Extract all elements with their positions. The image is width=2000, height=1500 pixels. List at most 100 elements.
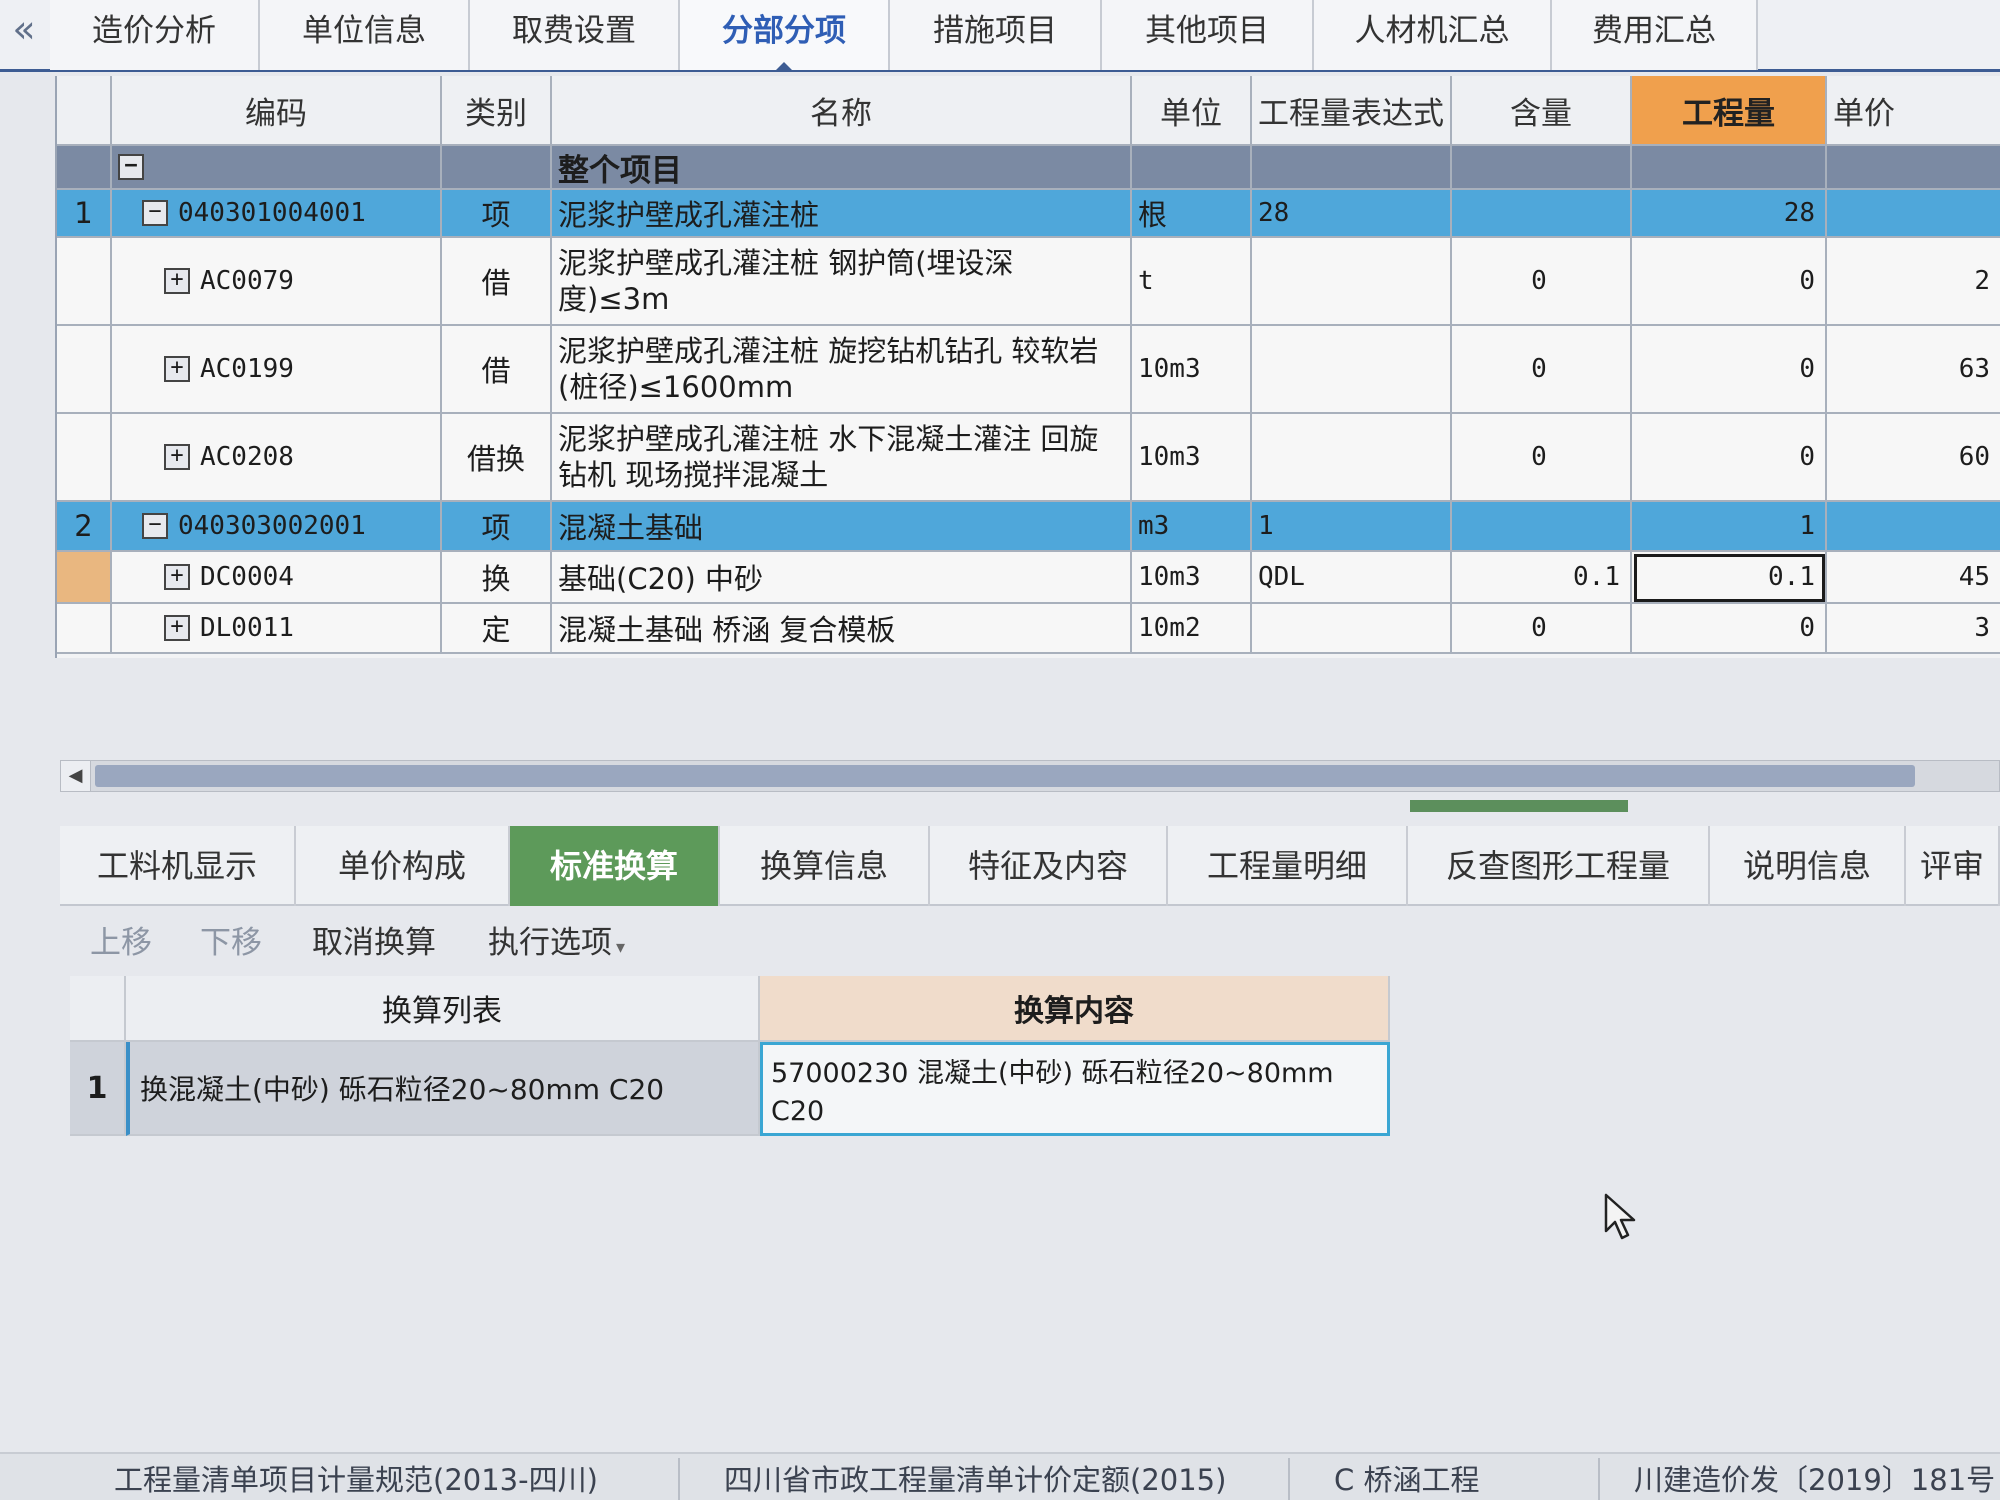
row-unit[interactable]: 10m3: [1132, 326, 1252, 414]
row-unit[interactable]: m3: [1132, 502, 1252, 552]
tab-unit-info[interactable]: 单位信息: [260, 0, 470, 70]
tab-quantity-details[interactable]: 工程量明细: [1168, 826, 1408, 906]
row-unit-price[interactable]: 60: [1827, 414, 2000, 502]
table-row[interactable]: + DL0011 定 混凝土基础 桥涵 复合模板 10m2 0 0 3: [57, 604, 2000, 654]
row-content[interactable]: 0.1: [1452, 552, 1632, 604]
group-row-whole-project[interactable]: − 整个项目: [57, 146, 2000, 190]
tab-other-items[interactable]: 其他项目: [1102, 0, 1314, 70]
status-section: C 桥涵工程: [1320, 1458, 1600, 1500]
row-name[interactable]: 基础(C20) 中砂: [552, 552, 1132, 604]
header-type[interactable]: 类别: [442, 76, 552, 146]
row-content[interactable]: 0: [1452, 604, 1632, 654]
row-quantity[interactable]: 0: [1632, 238, 1827, 326]
row-quantity[interactable]: 0: [1632, 604, 1827, 654]
row-quantity[interactable]: 0.1: [1632, 552, 1827, 604]
header-unit-price[interactable]: 单价: [1827, 76, 2000, 146]
tab-unit-price-composition[interactable]: 单价构成: [296, 826, 510, 906]
row-content[interactable]: 0: [1452, 414, 1632, 502]
table-row[interactable]: + AC0208 借换 泥浆护壁成孔灌注桩 水下混凝土灌注 回旋钻机 现场搅拌混凝…: [57, 414, 2000, 502]
header-unit[interactable]: 单位: [1132, 76, 1252, 146]
row-name[interactable]: 混凝土基础 桥涵 复合模板: [552, 604, 1132, 654]
expand-icon[interactable]: +: [164, 356, 190, 382]
horizontal-scrollbar[interactable]: ◀: [60, 760, 2000, 792]
row-type: 项: [442, 502, 552, 552]
row-unit[interactable]: 10m2: [1132, 604, 1252, 654]
row-expression[interactable]: [1252, 238, 1452, 326]
panel-splitter-handle[interactable]: [1410, 800, 1628, 812]
conversion-content-field[interactable]: 57000230 混凝土(中砂) 砾石粒径20~80mm C20: [760, 1042, 1390, 1136]
row-quantity[interactable]: 0: [1632, 326, 1827, 414]
row-content[interactable]: [1452, 190, 1632, 238]
scrollbar-thumb[interactable]: [95, 765, 1915, 787]
collapse-icon[interactable]: −: [142, 513, 168, 539]
header-name[interactable]: 名称: [552, 76, 1132, 146]
header-expression[interactable]: 工程量表达式: [1252, 76, 1452, 146]
row-code: DL0011: [200, 613, 294, 643]
move-down-button[interactable]: 下移: [200, 918, 262, 968]
collapse-icon[interactable]: −: [142, 200, 168, 226]
row-unit-price[interactable]: 3: [1827, 604, 2000, 654]
table-row[interactable]: + AC0199 借 泥浆护壁成孔灌注桩 旋挖钻机钻孔 较软岩(桩径)≤1600m…: [57, 326, 2000, 414]
table-row[interactable]: + DC0004 换 基础(C20) 中砂 10m3 QDL 0.1 0.1 45: [57, 552, 2000, 604]
header-quantity[interactable]: 工程量: [1632, 76, 1827, 146]
tab-reverse-graphic-quantity[interactable]: 反查图形工程量: [1408, 826, 1710, 906]
tab-measures[interactable]: 措施项目: [890, 0, 1102, 70]
tab-description-info[interactable]: 说明信息: [1710, 826, 1906, 906]
tab-review[interactable]: 评审: [1906, 826, 2000, 906]
tab-fee-summary[interactable]: 费用汇总: [1552, 0, 1758, 70]
row-name[interactable]: 泥浆护壁成孔灌注桩 钢护筒(埋设深度)≤3m: [552, 238, 1132, 326]
row-expression[interactable]: [1252, 414, 1452, 502]
row-expression[interactable]: 28: [1252, 190, 1452, 238]
row-expression[interactable]: [1252, 326, 1452, 414]
conversion-list-item[interactable]: 换混凝土(中砂) 砾石粒径20~80mm C20: [126, 1042, 760, 1136]
table-row[interactable]: + AC0079 借 泥浆护壁成孔灌注桩 钢护筒(埋设深度)≤3m t 0 0 2: [57, 238, 2000, 326]
tab-conversion-info[interactable]: 换算信息: [720, 826, 930, 906]
group-type-cell: [442, 146, 552, 190]
expand-icon[interactable]: +: [164, 615, 190, 641]
scroll-left-arrow-icon[interactable]: ◀: [61, 761, 91, 791]
header-seq: [57, 76, 112, 146]
tab-fee-settings[interactable]: 取费设置: [470, 0, 680, 70]
row-unit-price[interactable]: [1827, 502, 2000, 552]
header-content[interactable]: 含量: [1452, 76, 1632, 146]
table-row[interactable]: 2 −040303002001 项 混凝土基础 m3 1 1: [57, 502, 2000, 552]
collapse-icon[interactable]: −: [118, 154, 144, 180]
row-expression[interactable]: 1: [1252, 502, 1452, 552]
cancel-conversion-button[interactable]: 取消换算: [312, 918, 436, 968]
row-content[interactable]: 0: [1452, 326, 1632, 414]
row-unit-price[interactable]: 45: [1827, 552, 2000, 604]
expand-icon[interactable]: +: [164, 268, 190, 294]
tab-standard-conversion[interactable]: 标准换算: [510, 826, 720, 906]
row-unit[interactable]: 10m3: [1132, 414, 1252, 502]
tab-features-content[interactable]: 特征及内容: [930, 826, 1168, 906]
row-quantity[interactable]: 1: [1632, 502, 1827, 552]
row-unit-price[interactable]: 63: [1827, 326, 2000, 414]
row-unit[interactable]: 10m3: [1132, 552, 1252, 604]
move-up-button[interactable]: 上移: [90, 918, 152, 968]
tab-labor-material-summary[interactable]: 人材机汇总: [1314, 0, 1552, 70]
row-unit-price[interactable]: 2: [1827, 238, 2000, 326]
row-seq: [57, 414, 112, 502]
row-content[interactable]: 0: [1452, 238, 1632, 326]
expand-icon[interactable]: +: [164, 444, 190, 470]
row-name[interactable]: 泥浆护壁成孔灌注桩 旋挖钻机钻孔 较软岩(桩径)≤1600mm: [552, 326, 1132, 414]
row-name[interactable]: 泥浆护壁成孔灌注桩: [552, 190, 1132, 238]
double-chevron-left-icon[interactable]: «: [2, 4, 46, 54]
row-quantity[interactable]: 0: [1632, 414, 1827, 502]
table-row[interactable]: 1 −040301004001 项 泥浆护壁成孔灌注桩 根 28 28: [57, 190, 2000, 238]
row-unit-price[interactable]: [1827, 190, 2000, 238]
row-name[interactable]: 混凝土基础: [552, 502, 1132, 552]
tab-cost-analysis[interactable]: 造价分析: [50, 0, 260, 70]
expand-icon[interactable]: +: [164, 564, 190, 590]
tab-labor-material-display[interactable]: 工料机显示: [60, 826, 296, 906]
row-unit[interactable]: t: [1132, 238, 1252, 326]
row-content[interactable]: [1452, 502, 1632, 552]
row-unit[interactable]: 根: [1132, 190, 1252, 238]
tab-sub-items[interactable]: 分部分项: [680, 0, 890, 72]
row-expression[interactable]: QDL: [1252, 552, 1452, 604]
header-code[interactable]: 编码: [112, 76, 442, 146]
row-expression[interactable]: [1252, 604, 1452, 654]
row-quantity[interactable]: 28: [1632, 190, 1827, 238]
row-name[interactable]: 泥浆护壁成孔灌注桩 水下混凝土灌注 回旋钻机 现场搅拌混凝土: [552, 414, 1132, 502]
execute-options-dropdown[interactable]: 执行选项 ▾: [488, 918, 625, 968]
